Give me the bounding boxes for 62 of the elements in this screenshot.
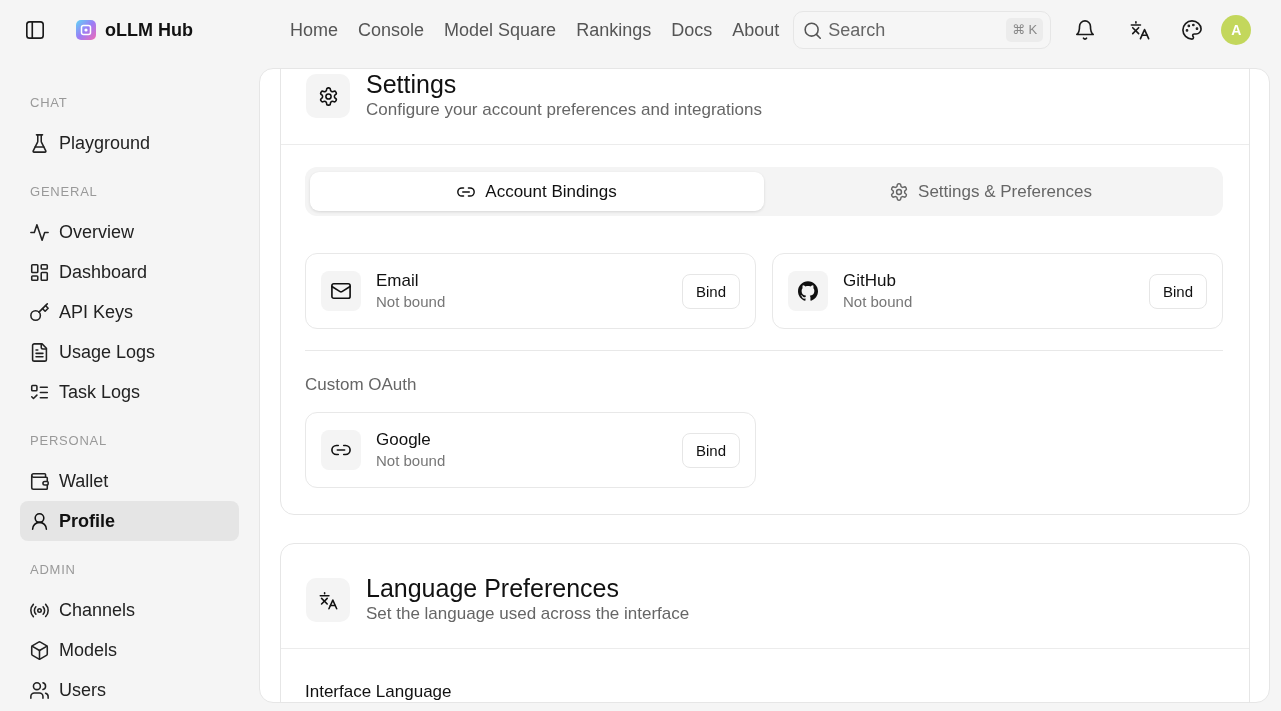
sidebar-item[interactable]: Users bbox=[20, 670, 239, 710]
nav-link[interactable]: Model Square bbox=[444, 19, 557, 41]
brand-name: oLLM Hub bbox=[105, 19, 193, 41]
card-subtitle: Set the language used across the interface bbox=[366, 603, 690, 625]
binding-status: Not bound bbox=[376, 292, 446, 312]
sidebar-item[interactable]: Dashboard bbox=[20, 252, 239, 292]
section-heading: GENERAL bbox=[29, 183, 99, 201]
users-icon bbox=[30, 680, 49, 700]
nav-link[interactable]: Docs bbox=[671, 19, 713, 41]
bind-button[interactable]: Bind bbox=[1148, 273, 1207, 309]
nav-link[interactable]: Rankings bbox=[576, 19, 652, 41]
binding-status: Not bound bbox=[376, 451, 446, 471]
logo-icon bbox=[76, 20, 96, 40]
sidebar-item[interactable]: Profile bbox=[20, 501, 239, 541]
card-subtitle: Configure your account preferences and integrations bbox=[366, 99, 762, 121]
sidebar-item[interactable]: Models bbox=[20, 630, 239, 670]
provider-name: Email bbox=[376, 270, 419, 292]
translate-icon[interactable] bbox=[1130, 20, 1151, 40]
wallet-icon bbox=[30, 471, 49, 491]
gear-icon bbox=[890, 182, 909, 201]
field-label: Interface Language bbox=[305, 682, 453, 701]
provider-name: Google bbox=[376, 429, 431, 451]
binding-status: Not bound bbox=[843, 292, 913, 312]
sidebar-item[interactable]: Usage Logs bbox=[20, 332, 239, 372]
user-icon bbox=[30, 511, 49, 531]
tab[interactable]: Settings & Preferences bbox=[764, 172, 1218, 211]
cube-icon bbox=[30, 640, 49, 660]
sidebar-item[interactable]: Overview bbox=[20, 212, 239, 252]
sidebar-item[interactable]: Channels bbox=[20, 590, 239, 630]
bell-icon[interactable] bbox=[1075, 20, 1096, 40]
panel-icon[interactable] bbox=[25, 20, 45, 40]
link-icon bbox=[321, 430, 361, 470]
search-icon bbox=[803, 21, 823, 40]
provider-name: GitHub bbox=[843, 270, 896, 292]
shortcut-key: ⌘ K bbox=[1005, 18, 1044, 42]
sidebar-item[interactable]: Playground bbox=[20, 123, 239, 163]
nav-link[interactable]: About bbox=[732, 19, 780, 41]
section-heading: PERSONAL bbox=[29, 432, 109, 450]
tab[interactable]: Account Bindings bbox=[310, 172, 764, 211]
document-icon bbox=[30, 342, 49, 362]
github-icon bbox=[788, 271, 828, 311]
sidebar-item[interactable]: API Keys bbox=[20, 292, 239, 332]
sidebar-item[interactable]: Wallet bbox=[20, 461, 239, 501]
checklist-icon bbox=[30, 382, 49, 402]
sidebar-item[interactable]: Task Logs bbox=[20, 372, 239, 412]
flask-icon bbox=[30, 133, 49, 153]
pulse-icon bbox=[30, 222, 49, 242]
key-icon bbox=[30, 302, 49, 322]
card-title: Settings bbox=[366, 70, 458, 98]
card-title: Language Preferences bbox=[366, 574, 620, 602]
bind-button[interactable]: Bind bbox=[681, 432, 740, 468]
section-heading: CHAT bbox=[29, 94, 69, 112]
gear-icon bbox=[306, 74, 350, 118]
grid-icon bbox=[30, 262, 49, 282]
mail-icon bbox=[321, 271, 361, 311]
section-heading: ADMIN bbox=[29, 561, 77, 579]
nav-link[interactable]: Home bbox=[290, 19, 338, 41]
palette-icon[interactable] bbox=[1182, 20, 1203, 40]
translate-icon bbox=[306, 578, 350, 622]
nav-link[interactable]: Console bbox=[358, 19, 425, 41]
bind-button[interactable]: Bind bbox=[681, 273, 740, 309]
section-label: Custom OAuth bbox=[305, 375, 418, 395]
